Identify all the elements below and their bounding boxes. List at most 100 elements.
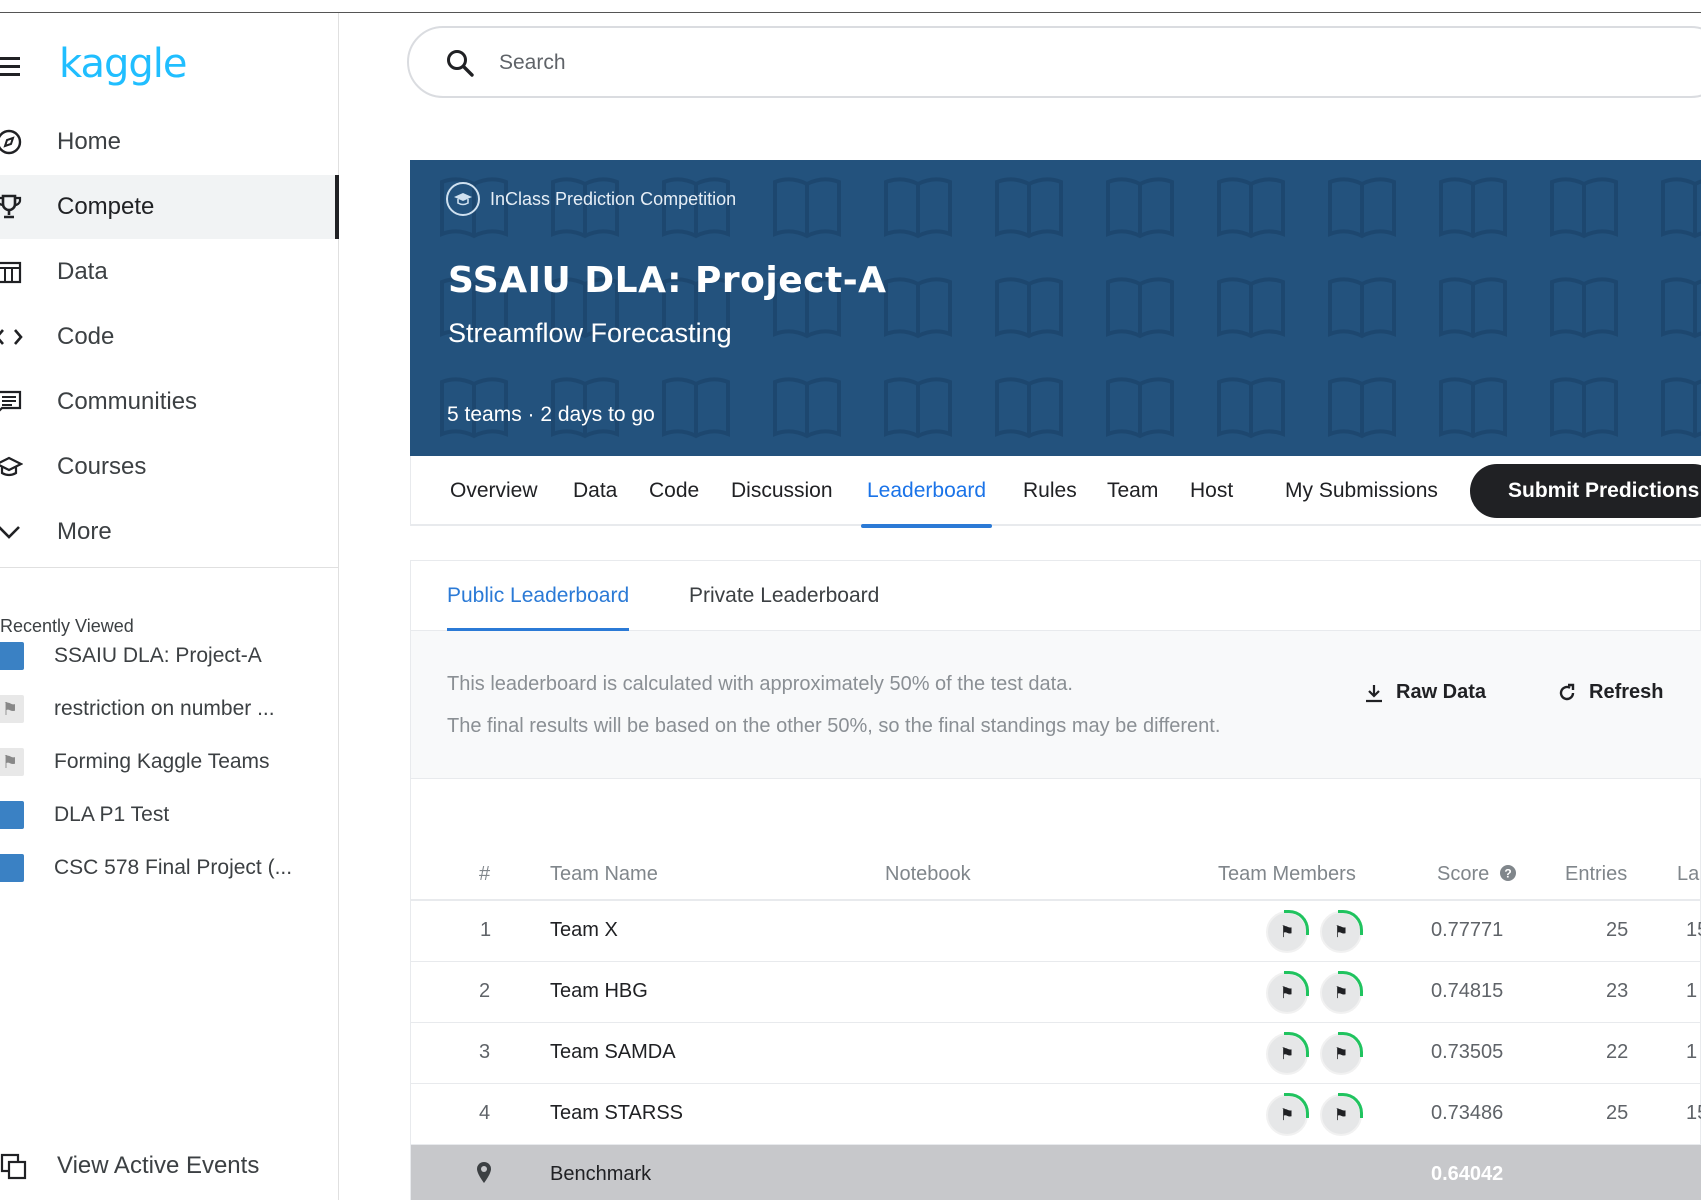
tab-host[interactable]: Host [1190,456,1233,526]
view-events-label: View Active Events [57,1152,260,1179]
svg-text:?: ? [1504,867,1511,881]
column-last: La [1677,863,1700,885]
member-avatar-icon[interactable]: ⚑ [1320,1032,1363,1075]
tab-team[interactable]: Team [1107,456,1158,526]
member-avatar-icon[interactable]: ⚑ [1266,971,1309,1014]
tab-rules[interactable]: Rules [1023,456,1077,526]
member-avatar-icon[interactable]: ⚑ [1266,1032,1309,1075]
tab-data[interactable]: Data [573,456,617,526]
tab-private-leaderboard[interactable]: Private Leaderboard [689,561,879,631]
book-pattern-icon [1328,277,1396,339]
recent-item[interactable]: ⚑ Forming Kaggle Teams [0,742,330,782]
comment-icon [0,387,24,417]
notice-line: The final results will be based on the o… [447,715,1221,737]
view-active-events-link[interactable]: View Active Events [0,1146,330,1186]
book-pattern-icon [1661,177,1701,239]
member-avatar-icon[interactable]: ⚑ [1266,1093,1309,1136]
score-cell: 0.73486 [1431,1102,1504,1124]
submit-predictions-button[interactable]: Submit Predictions [1470,464,1701,518]
sidebar-item-home[interactable]: Home [0,110,339,174]
sidebar-item-data[interactable]: Data [0,240,339,304]
refresh-label: Refresh [1589,681,1664,703]
window-top-border [0,0,1701,13]
competition-type-label: InClass Prediction Competition [490,188,737,209]
member-avatar-icon[interactable]: ⚑ [1320,971,1363,1014]
recent-item[interactable]: ⚑ restriction on number ... [0,689,330,729]
last-cell: 1 [1686,1041,1698,1063]
last-cell: 1 [1686,980,1698,1002]
recent-item-label: Forming Kaggle Teams [54,750,270,773]
team-name-cell[interactable]: Team HBG [550,980,648,1003]
raw-data-button[interactable]: Raw Data [1364,681,1486,704]
search-input[interactable] [499,48,1099,78]
sidebar-item-label: More [57,518,112,545]
tab-overview[interactable]: Overview [450,456,538,526]
location-pin-icon [475,1161,493,1191]
school-icon [0,452,24,482]
book-pattern-icon [1217,377,1285,439]
download-icon [1366,684,1382,702]
rank-cell: 4 [479,1102,491,1124]
tab-public-leaderboard[interactable]: Public Leaderboard [447,561,630,631]
trophy-icon [0,192,24,222]
sidebar-item-communities[interactable]: Communities [0,370,339,434]
kaggle-logo[interactable]: kaggle [59,41,187,87]
column-notebook: Notebook [885,863,971,885]
graduation-cap-icon [446,182,480,216]
book-pattern-icon [1106,277,1174,339]
leaderboard-panel: Public Leaderboard Private Leaderboard T… [410,560,1701,1200]
tab-code[interactable]: Code [649,456,699,526]
book-pattern-icon [662,377,730,439]
column-entries: Entries [1565,863,1628,885]
sidebar: kaggle Home Compete Data Code Communitie… [0,13,339,1200]
sidebar-item-courses[interactable]: Courses [0,435,339,499]
book-pattern-icon [773,377,841,439]
competition-type: InClass Prediction Competition [446,182,736,216]
hamburger-menu-icon[interactable] [0,57,24,79]
benchmark-row[interactable]: Benchmark 0.64042 [411,1145,1701,1200]
events-icon [0,1153,27,1180]
recent-item[interactable]: DLA P1 Test [0,795,330,835]
recent-item-label: CSC 578 Final Project (... [54,856,293,879]
column-score-label: Score [1437,863,1490,885]
book-pattern-icon [1661,377,1701,439]
sidebar-item-code[interactable]: Code [0,305,339,369]
team-name-cell[interactable]: Team SAMDA [550,1041,676,1064]
competition-thumbnail-icon [0,854,24,882]
book-pattern-icon [1106,377,1174,439]
table-row[interactable]: 1 Team X ⚑ ⚑ 0.77771 25 15 [411,901,1701,962]
book-pattern-icon [995,177,1063,239]
member-avatar-icon[interactable]: ⚑ [1266,910,1309,953]
recent-item[interactable]: SSAIU DLA: Project-A [0,636,330,676]
sidebar-item-more[interactable]: More [0,500,339,564]
team-name-cell: Benchmark [550,1163,652,1185]
book-pattern-icon [1217,277,1285,339]
member-avatar-icon[interactable]: ⚑ [1320,910,1363,953]
recent-item[interactable]: CSC 578 Final Project (... [0,848,330,888]
help-icon[interactable]: ? [1499,864,1517,882]
competition-tabs: Overview Data Code Discussion Leaderboar… [410,456,1701,528]
tab-discussion[interactable]: Discussion [731,456,833,526]
team-name-cell[interactable]: Team STARSS [550,1102,683,1125]
rank-cell: 1 [480,919,492,941]
book-pattern-icon [1328,177,1396,239]
refresh-icon [1559,683,1575,700]
book-pattern-icon [995,277,1063,339]
table-row[interactable]: 2 Team HBG ⚑ ⚑ 0.74815 23 1 [411,962,1701,1023]
tab-my-submissions[interactable]: My Submissions [1285,456,1438,526]
tab-leaderboard[interactable]: Leaderboard [860,456,993,528]
team-name-cell[interactable]: Team X [550,919,618,942]
column-score[interactable]: Score ? [1437,863,1517,886]
book-pattern-icon [1217,177,1285,239]
sidebar-item-label: Data [57,258,108,285]
member-avatar-icon[interactable]: ⚑ [1320,1093,1363,1136]
table-row[interactable]: 4 Team STARSS ⚑ ⚑ 0.73486 25 15 [411,1084,1701,1145]
sidebar-item-compete[interactable]: Compete [0,175,339,239]
competition-thumbnail-icon [0,642,24,670]
sidebar-item-label: Code [57,323,115,350]
user-avatar-icon: ⚑ [0,695,24,723]
book-pattern-icon [1439,277,1507,339]
search-bar[interactable] [407,26,1701,98]
refresh-button[interactable]: Refresh [1557,681,1663,704]
table-row[interactable]: 3 Team SAMDA ⚑ ⚑ 0.73505 22 1 [411,1023,1701,1084]
